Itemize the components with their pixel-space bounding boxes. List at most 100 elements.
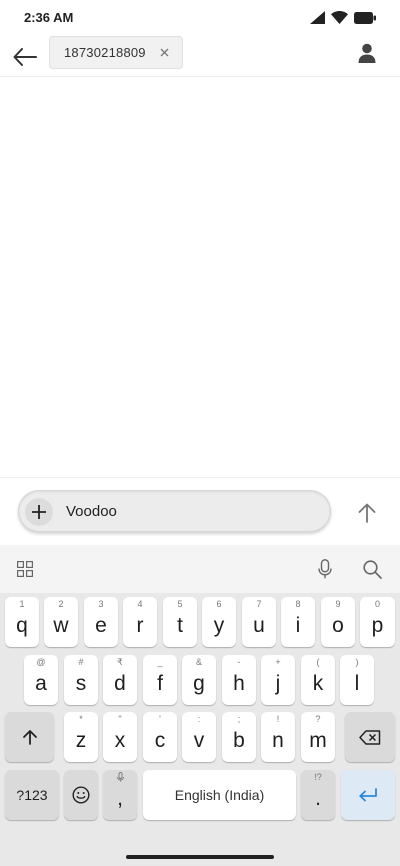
key-i[interactable]: 8i: [281, 597, 315, 647]
key-y[interactable]: 6y: [202, 597, 236, 647]
status-time: 2:36 AM: [24, 10, 74, 25]
key-g[interactable]: & g: [182, 655, 216, 705]
key-hint: ): [355, 657, 359, 667]
home-indicator[interactable]: [126, 855, 274, 859]
key-q[interactable]: 1q: [5, 597, 39, 647]
key-hint: 2: [58, 599, 64, 609]
key-l[interactable]: ) l: [340, 655, 374, 705]
key-o[interactable]: 9o: [321, 597, 355, 647]
key-label: p: [371, 614, 384, 637]
period-label: .: [315, 787, 321, 810]
message-text: Voodoo: [66, 503, 117, 520]
keyboard-row-3: * z " x ' c :v ; b ! n ? m: [0, 712, 400, 764]
key-hint: 6: [216, 599, 222, 609]
remove-recipient-button[interactable]: [158, 46, 170, 58]
key-d[interactable]: ₹ d: [103, 655, 137, 705]
enter-key[interactable]: [341, 770, 395, 820]
microphone-icon: [318, 559, 332, 579]
key-hint: (: [316, 657, 320, 667]
recipient-number: 18730218809: [64, 45, 146, 60]
key-label: y: [213, 614, 225, 637]
arrow-up-icon: [358, 503, 376, 523]
keyboard-search-button[interactable]: [360, 557, 384, 581]
key-label: w: [53, 614, 69, 637]
backspace-key[interactable]: [345, 712, 395, 762]
key-p[interactable]: 0p: [360, 597, 395, 647]
key-k[interactable]: (k: [301, 655, 335, 705]
key-hint: :: [197, 714, 201, 724]
key-a[interactable]: @ a: [24, 655, 58, 705]
key-hint: ?: [315, 714, 321, 724]
key-w[interactable]: 2w: [44, 597, 78, 647]
key-hint: 8: [295, 599, 301, 609]
close-icon: [160, 48, 168, 56]
voice-input-button[interactable]: [313, 557, 337, 581]
key-label: s: [75, 672, 87, 695]
shift-key[interactable]: [5, 712, 54, 762]
key-x[interactable]: " x: [103, 712, 137, 762]
key-label: z: [75, 729, 87, 752]
conversation-area: [0, 77, 400, 477]
key-label: i: [295, 614, 301, 637]
key-label: q: [16, 614, 28, 637]
period-key[interactable]: !? .: [301, 770, 335, 820]
symbols-key[interactable]: ?123: [5, 770, 59, 820]
key-label: a: [35, 672, 47, 695]
back-button[interactable]: [10, 42, 40, 72]
key-label: u: [253, 614, 265, 637]
keyboard-row-2: @ a # s ₹ d _ f & g -h + j (k ) l: [0, 655, 400, 707]
key-v[interactable]: :v: [182, 712, 216, 762]
key-s[interactable]: # s: [64, 655, 98, 705]
key-r[interactable]: 4r: [123, 597, 157, 647]
key-b[interactable]: ; b: [222, 712, 256, 762]
key-hint: @: [36, 657, 46, 667]
attach-button[interactable]: [25, 498, 53, 526]
backspace-icon: [359, 729, 381, 745]
key-label: k: [312, 672, 324, 695]
key-h[interactable]: -h: [222, 655, 256, 705]
space-label: English (India): [174, 787, 265, 803]
battery-icon: [354, 11, 376, 24]
status-bar: 2:36 AM: [0, 0, 400, 36]
key-hint: ': [159, 714, 161, 724]
key-label: n: [272, 729, 284, 752]
key-t[interactable]: 5t: [163, 597, 197, 647]
key-c[interactable]: ' c: [143, 712, 177, 762]
key-e[interactable]: 3e: [84, 597, 118, 647]
key-hint: -: [237, 657, 241, 667]
send-button[interactable]: [355, 501, 379, 525]
key-label: c: [154, 729, 166, 752]
emoji-key[interactable]: [64, 770, 98, 820]
key-label: j: [275, 672, 281, 695]
key-hint: #: [78, 657, 84, 667]
key-hint: !: [276, 714, 280, 724]
contact-button[interactable]: [354, 40, 380, 66]
recipient-chip[interactable]: 18730218809: [49, 36, 183, 69]
key-hint: 1: [19, 599, 25, 609]
message-input[interactable]: Voodoo: [18, 490, 331, 532]
key-n[interactable]: ! n: [261, 712, 295, 762]
key-label: e: [95, 614, 107, 637]
key-hint: _: [157, 657, 163, 667]
key-hint: 7: [256, 599, 262, 609]
key-z[interactable]: * z: [64, 712, 98, 762]
key-label: m: [309, 729, 327, 752]
symbols-label: ?123: [16, 787, 48, 803]
key-label: f: [157, 672, 163, 695]
apps-grid-button[interactable]: [13, 557, 37, 581]
key-f[interactable]: _ f: [143, 655, 177, 705]
key-u[interactable]: 7u: [242, 597, 276, 647]
key-j[interactable]: + j: [261, 655, 295, 705]
key-label: d: [114, 672, 126, 695]
key-hint: &: [195, 657, 202, 667]
key-hint: 5: [177, 599, 183, 609]
key-hint: +: [275, 657, 281, 667]
key-label: o: [332, 614, 344, 637]
wifi-icon: [331, 11, 348, 24]
key-m[interactable]: ? m: [301, 712, 335, 762]
key-label: x: [114, 729, 126, 752]
status-icons: [310, 11, 376, 24]
keyboard: 1q 2w 3e 4r 5t 6y 7u 8i 9o 0p @ a # s ₹ d _…: [0, 545, 400, 866]
space-key[interactable]: English (India): [143, 770, 296, 820]
comma-key[interactable]: ,: [103, 770, 137, 820]
